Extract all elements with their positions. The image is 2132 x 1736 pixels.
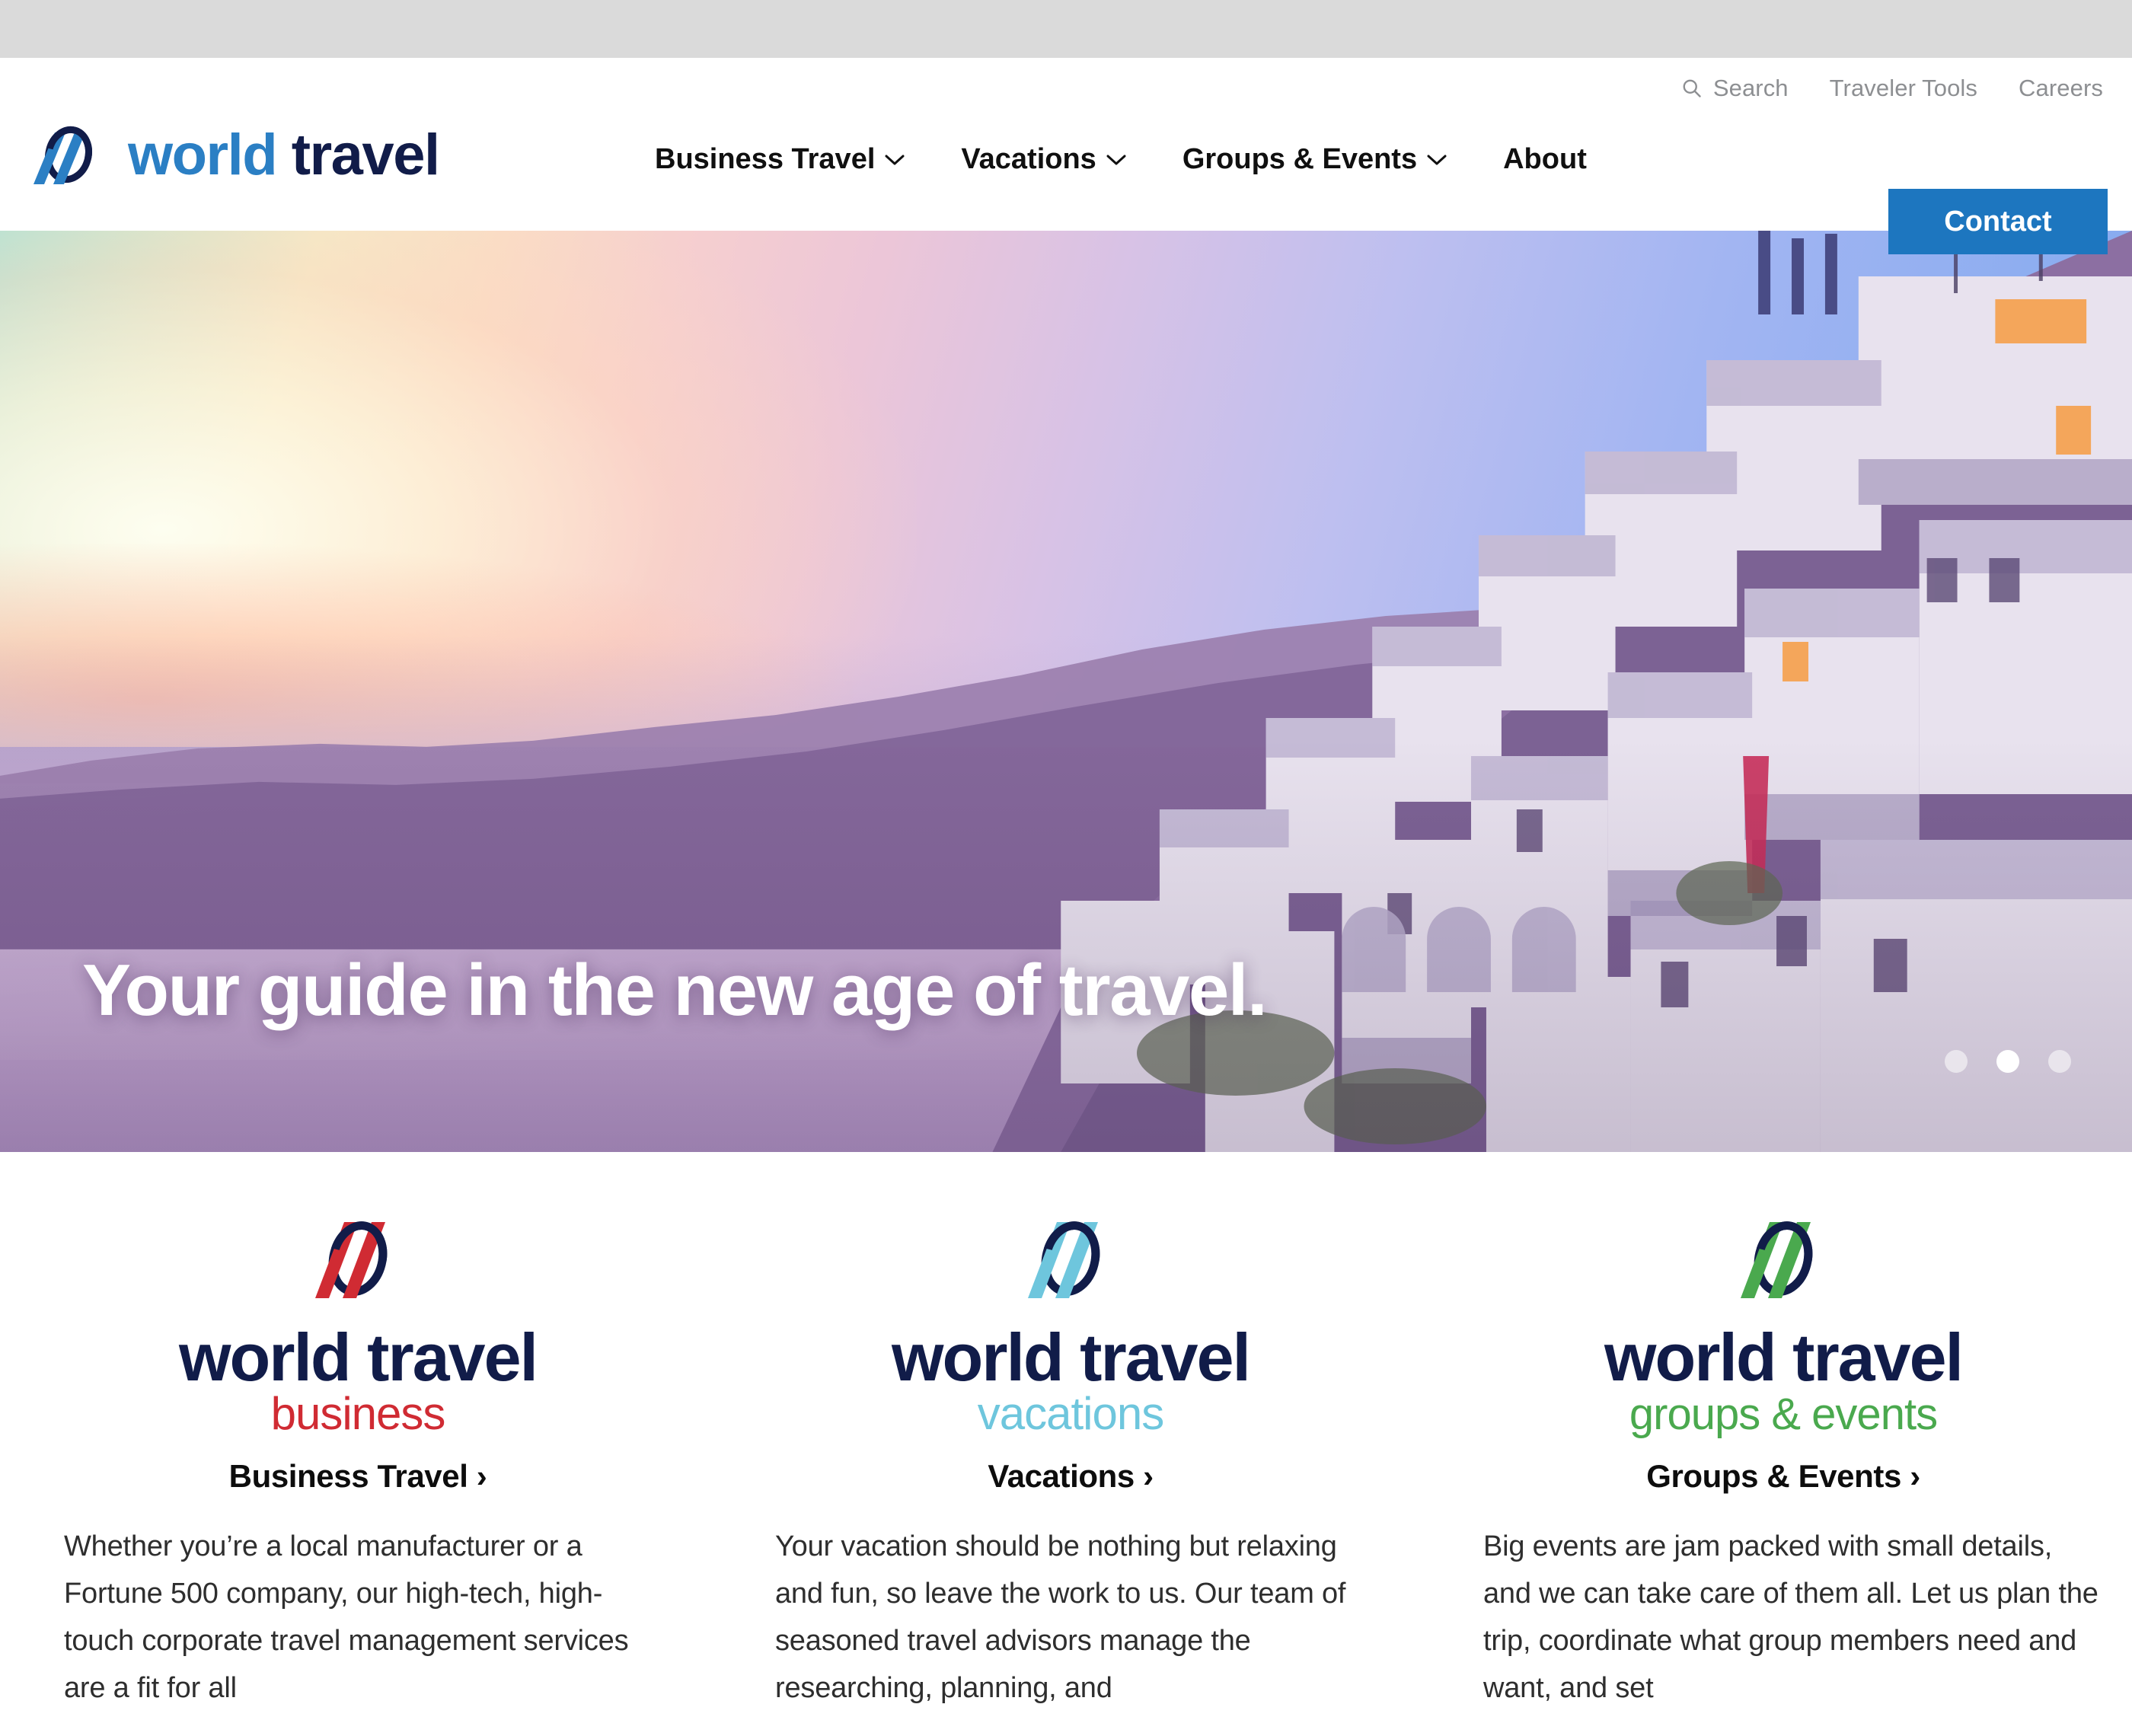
utility-link-traveler-tools[interactable]: Traveler Tools [1830,75,1977,102]
utility-link-label: Careers [2019,75,2103,101]
service-body-business-travel: Whether you’re a local manufacturer or a… [64,1530,629,1704]
nav-item-label: Business Travel [655,143,876,175]
nav-item-groups-and-events[interactable]: Groups & Events [1182,143,1447,176]
service-column-groups-and-events: world travel groups & events Groups & Ev… [1462,1152,2105,1712]
chevron-down-icon [1106,155,1126,164]
contact-button[interactable]: Contact [1888,189,2108,254]
main-nav: Business Travel Vacations Groups & Event… [655,143,1587,176]
service-columns-section: world travel business Business Travel › … [0,1152,2132,1736]
service-heading-business-travel[interactable]: Business Travel › [229,1458,487,1495]
svg-text:groups & events: groups & events [1629,1390,1937,1439]
nav-item-label: Groups & Events [1182,143,1418,175]
hero-carousel: Your guide in the new age of travel. [0,231,2132,1152]
world-travel-business-logo-icon: world travel business [178,1221,538,1439]
svg-text:world travel: world travel [1604,1320,1962,1395]
hero-headline: Your guide in the new age of travel. [82,949,1268,1031]
service-column-vacations: world travel vacations Vacations › Your … [749,1152,1392,1712]
service-column-business-travel: world travel business Business Travel › … [37,1152,679,1712]
service-body-groups-and-events: Big events are jam packed with small det… [1483,1530,2098,1704]
carousel-dot-3[interactable] [2048,1050,2071,1073]
browser-chrome-bar [0,0,2132,58]
svg-text:world travel: world travel [178,1320,537,1395]
nav-item-label: About [1503,143,1587,175]
world-travel-groups-events-logo-icon: world travel groups & events [1604,1221,1964,1439]
service-heading-groups-and-events[interactable]: Groups & Events › [1646,1458,1920,1495]
utility-nav: Search Traveler Tools Careers [1680,75,2103,102]
nav-item-about[interactable]: About [1503,143,1587,176]
svg-text:business: business [271,1388,445,1439]
carousel-dot-1[interactable] [1945,1050,1968,1073]
utility-link-label: Traveler Tools [1829,75,1978,101]
chevron-down-icon [885,155,905,164]
nav-item-label: Vacations [961,143,1096,175]
world-travel-vacations-logo-icon: world travel vacations [891,1221,1251,1439]
service-body-vacations: Your vacation should be nothing but rela… [775,1530,1346,1704]
nav-item-vacations[interactable]: Vacations [961,143,1126,176]
site-logo-text: world travel [128,123,440,187]
carousel-dot-2[interactable] [1996,1050,2019,1073]
site-header: Search Traveler Tools Careers world trav… [0,58,2132,254]
world-travel-logo-mark-icon [34,126,92,184]
search-icon [1683,79,1701,97]
chevron-down-icon [1427,155,1447,164]
search-link-label: Search [1712,75,1789,101]
svg-text:world travel: world travel [891,1320,1250,1395]
utility-link-careers[interactable]: Careers [2019,75,2103,102]
service-heading-vacations[interactable]: Vacations › [988,1458,1154,1495]
logo-word-travel: travel [276,123,440,187]
service-columns-grid: world travel business Business Travel › … [37,1152,2105,1712]
carousel-dots [1945,1050,2071,1073]
site-logo[interactable]: world travel [21,119,440,192]
svg-text:vacations: vacations [978,1388,1163,1439]
search-link[interactable]: Search [1680,75,1789,102]
logo-word-world: world [128,123,278,187]
nav-item-business-travel[interactable]: Business Travel [655,143,905,176]
